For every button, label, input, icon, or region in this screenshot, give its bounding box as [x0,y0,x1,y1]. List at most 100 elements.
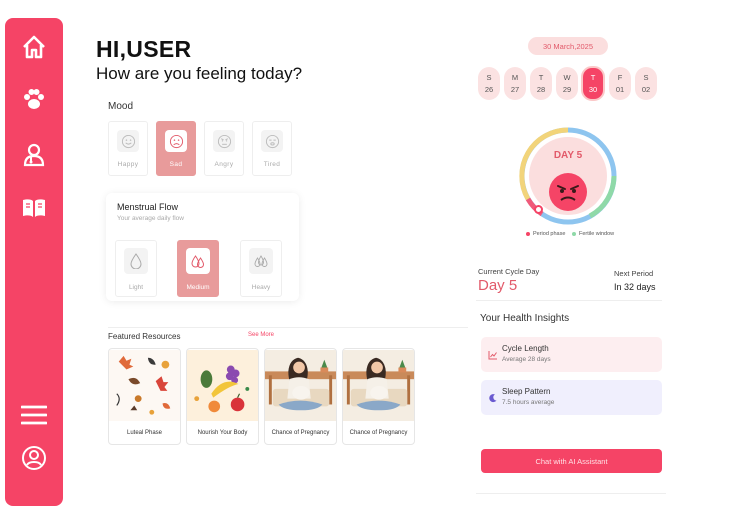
greeting-subtitle: How are you feeling today? [96,64,303,83]
resource-label: Chance of Pregnancy [271,430,330,436]
current-date-badge[interactable]: 30 March,2025 [528,37,608,55]
autumn-leaves-image [109,350,180,421]
face-box [261,130,283,152]
divider [476,300,662,301]
mood-option-angry[interactable]: Angry [204,121,244,176]
see-more-link[interactable]: See More [248,332,274,338]
calendar-day[interactable]: S 26 [478,67,500,100]
day-of-week: T [538,72,544,82]
day-number: 28 [536,84,546,94]
day-number: 26 [484,84,494,94]
cycle-position-marker [534,205,543,214]
drop-box [186,248,210,274]
resource-card-chance-of-pregnancy-1[interactable]: Chance of Pregnancy [264,348,337,445]
calendar-day-selected[interactable]: T 30 [581,66,605,101]
day-number: 27 [510,84,520,94]
insight-title: Sleep Pattern [502,387,551,396]
resource-label: Luteal Phase [126,430,163,436]
day-of-week: S [486,72,492,82]
period-dot-icon [526,232,530,236]
angry-face-icon [549,173,587,211]
mood-option-sad[interactable]: Sad [156,121,196,176]
pregnant-woman-image [265,350,336,421]
paw-icon[interactable] [19,85,49,115]
tired-face-icon [265,134,279,148]
calendar-day[interactable]: T 28 [530,67,552,100]
drop-box [249,248,273,274]
legend-label: Fertile window [579,231,615,237]
mood-section-label: Mood [108,101,134,112]
sidebar [5,18,63,506]
day-number: 29 [562,84,572,94]
resource-label: Chance of Pregnancy [349,430,408,436]
day-number: 01 [615,84,625,94]
resource-card-luteal-phase[interactable]: Luteal Phase [108,348,181,445]
resource-card-chance-of-pregnancy-2[interactable]: Chance of Pregnancy [342,348,415,445]
menstrual-flow-panel: Menstrual Flow Your average daily flow L… [106,193,299,301]
chat-with-ai-button[interactable]: Chat with AI Assistant [481,449,662,473]
happy-face-icon [121,134,135,148]
insight-title: Cycle Length [502,344,549,353]
flow-label: Light [128,284,144,291]
profile-icon[interactable] [19,443,49,473]
day-number: 02 [641,84,651,94]
book-icon[interactable] [19,193,49,223]
face-box [117,130,139,152]
resource-label: Nourish Your Body [197,430,248,436]
doctor-icon[interactable] [19,139,49,169]
insight-sleep-pattern[interactable]: Sleep Pattern 7.5 hours average [481,380,662,415]
next-period-value: In 32 days [614,282,656,292]
resources-title: Featured Resources [108,332,181,341]
face-box [213,130,235,152]
face-box [165,130,187,152]
divider [108,327,468,328]
flow-option-light[interactable]: Light [115,240,157,297]
mood-label: Tired [263,161,281,168]
flow-option-medium[interactable]: Medium [177,240,219,297]
next-period-label: Next Period [614,269,654,278]
current-cycle-value: Day 5 [478,277,518,294]
double-drop-icon [191,255,205,268]
fruits-image [187,350,258,421]
legend-label: Period phase [533,231,566,237]
day-of-week: M [511,72,519,82]
flow-title: Menstrual Flow [117,202,179,212]
day-of-week: T [590,72,596,82]
mood-option-happy[interactable]: Happy [108,121,148,176]
insight-subtitle: 7.5 hours average [502,399,555,406]
single-drop-icon [130,253,142,269]
day-of-week: S [643,72,649,82]
mood-option-tired[interactable]: Tired [252,121,292,176]
calendar-day[interactable]: W 29 [556,67,578,100]
legend-fertile-window: Fertile window [572,231,614,237]
drop-box [124,248,148,274]
day-of-week: F [617,72,623,82]
flow-label: Heavy [251,284,271,291]
triple-drop-icon [254,255,268,267]
flow-subtitle: Your average daily flow [117,215,184,222]
day-number: 30 [588,84,598,94]
cycle-day-label: DAY 5 [553,150,583,161]
greeting-title: HI,USER [96,36,192,62]
mood-label: Sad [169,161,183,168]
angry-face-icon [217,134,231,148]
calendar-day[interactable]: M 27 [504,67,526,100]
calendar-day[interactable]: F 01 [609,67,631,100]
calendar-day[interactable]: S 02 [635,67,657,100]
legend-period-phase: Period phase [526,231,565,237]
pregnant-woman-image [343,350,414,421]
home-icon[interactable] [19,32,49,62]
flow-option-heavy[interactable]: Heavy [240,240,282,297]
divider [476,493,666,494]
flow-label: Medium [186,284,210,291]
moon-icon [489,394,497,403]
mood-label: Angry [214,161,234,168]
menu-icon[interactable] [19,400,49,430]
insight-cycle-length[interactable]: Cycle Length Average 28 days [481,337,662,372]
insights-title: Your Health Insights [480,313,570,324]
mood-label: Happy [117,161,139,168]
sad-face-icon [169,134,183,148]
current-cycle-label: Current Cycle Day [478,267,540,276]
day-of-week: W [563,72,571,82]
resource-card-nourish-your-body[interactable]: Nourish Your Body [186,348,259,445]
